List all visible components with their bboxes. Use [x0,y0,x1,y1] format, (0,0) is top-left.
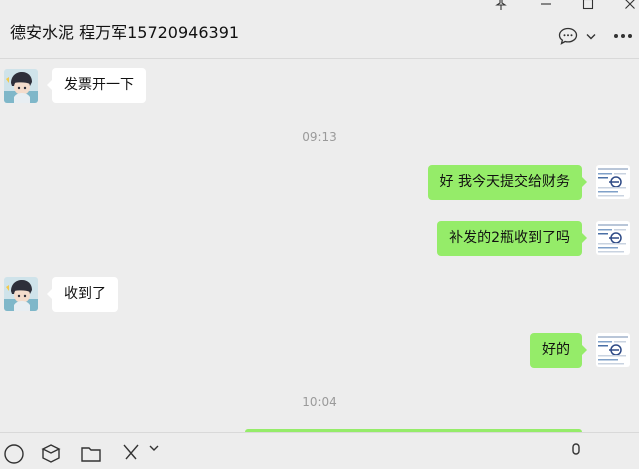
chat-header: 德安水泥 程万军15720946391 [0,0,639,59]
mic-icon[interactable] [565,443,587,465]
message-timestamp: 09:13 [302,130,337,144]
scissors-icon[interactable] [120,443,142,465]
message-bubble-outgoing[interactable]: 好 我今天提交给财务 [427,165,588,200]
my-avatar[interactable] [596,221,630,255]
close-icon[interactable] [617,0,639,14]
my-avatar[interactable] [596,333,630,367]
box-icon[interactable] [40,443,62,465]
more-icon[interactable] [612,25,634,47]
chevron-down-icon[interactable] [148,443,160,465]
my-avatar[interactable] [596,165,630,199]
chevron-down-icon[interactable] [585,25,597,47]
chat-title: 德安水泥 程万军15720946391 [10,23,240,42]
message-bubble-outgoing[interactable]: 补发的2瓶收到了吗 [437,221,587,256]
message-bubble-incoming[interactable]: 发票开一下 [47,68,146,103]
message-bubble-incoming[interactable]: 收到了 [47,277,118,312]
emoji-icon[interactable] [3,443,25,465]
message-timestamp: 10:04 [302,395,337,409]
minimize-icon[interactable] [533,0,559,14]
chat-bubble-icon[interactable] [557,25,579,47]
maximize-icon[interactable] [575,0,601,14]
contact-avatar[interactable] [4,277,38,311]
message-list[interactable]: 发票开一下 09:13 好 我今天提交给财务 补发的2瓶收到了吗 收到了 好的 … [0,59,639,431]
pin-icon[interactable] [488,0,514,14]
contact-avatar[interactable] [4,69,38,103]
message-bubble-outgoing[interactable]: 好的 [530,333,587,368]
folder-icon[interactable] [80,443,102,465]
input-toolbar [0,432,639,464]
